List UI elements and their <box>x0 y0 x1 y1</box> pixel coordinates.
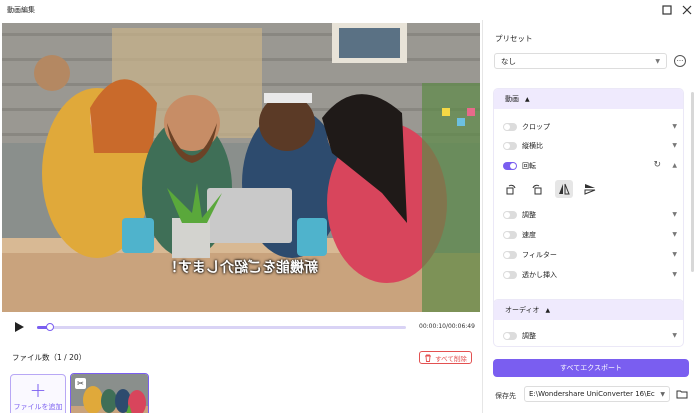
maximize-icon[interactable] <box>660 3 674 17</box>
audio-adjust-label: 調整 <box>522 332 536 340</box>
filter-toggle-row[interactable]: フィルター ▼ <box>503 249 677 261</box>
chevron-down-icon[interactable]: ▼ <box>672 142 677 149</box>
audio-section-title: オーディオ <box>505 306 540 314</box>
settings-pane: プリセット なし ▼ ··· 動画 ▲ クロップ ▼ 縦横比 ▼ 回転 ↻ ▲ <box>484 20 700 413</box>
rotate-left-button[interactable] <box>502 180 520 198</box>
chevron-down-icon[interactable]: ▼ <box>672 251 677 258</box>
plus-icon: + <box>29 378 47 402</box>
time-display: 00:00:10/00:06:49 <box>419 323 475 330</box>
playback-controls: 00:00:10/00:06:49 <box>0 317 483 337</box>
crop-toggle-row[interactable]: クロップ ▼ <box>503 121 677 133</box>
chevron-up-icon[interactable]: ▲ <box>672 162 677 169</box>
rotate-right-icon <box>532 184 542 195</box>
rotate-right-button[interactable] <box>528 180 546 198</box>
speed-toggle[interactable] <box>503 231 517 239</box>
more-options-icon[interactable]: ··· <box>674 55 686 67</box>
aspect-ratio-toggle-row[interactable]: 縦横比 ▼ <box>503 140 677 152</box>
adjust-toggle[interactable] <box>503 211 517 219</box>
flip-vertical-icon <box>584 184 596 195</box>
rotate-left-icon <box>506 184 516 195</box>
chevron-down-icon: ▼ <box>660 391 665 398</box>
chevron-down-icon[interactable]: ▼ <box>672 332 677 339</box>
chevron-down-icon[interactable]: ▼ <box>672 211 677 218</box>
progress-handle[interactable] <box>46 323 55 331</box>
preset-label: プリセット <box>495 34 533 43</box>
watermark-toggle[interactable] <box>503 271 517 279</box>
rotate-toggle[interactable] <box>503 162 517 170</box>
audio-adjust-toggle-row[interactable]: 調整 ▼ <box>503 330 677 342</box>
speed-toggle-row[interactable]: 速度 ▼ <box>503 229 677 241</box>
file-count: ファイル数（1 / 20） <box>12 353 87 362</box>
chevron-down-icon: ▼ <box>655 57 660 65</box>
add-file-button[interactable]: + ファイルを追加 <box>10 374 66 413</box>
file-thumbnail[interactable]: ✂ <box>70 373 149 413</box>
chevron-down-icon[interactable]: ▼ <box>672 123 677 130</box>
trash-icon <box>425 354 432 362</box>
aspect-ratio-toggle[interactable] <box>503 142 517 150</box>
delete-all-button[interactable]: すべて削除 <box>419 351 472 364</box>
progress-slider[interactable] <box>37 323 406 331</box>
export-all-button[interactable]: すべてエクスポート <box>493 359 689 377</box>
video-section-header[interactable]: 動画 ▲ <box>494 89 683 109</box>
folder-icon[interactable] <box>676 389 688 401</box>
rotate-toggle-row[interactable]: 回転 ↻ ▲ <box>503 160 677 172</box>
chevron-down-icon[interactable]: ▼ <box>672 231 677 238</box>
flip-vertical-button[interactable] <box>581 180 599 198</box>
flip-horizontal-button[interactable] <box>555 180 573 198</box>
watermark-label: 透かし挿入 <box>522 271 557 279</box>
watermark-toggle-row[interactable]: 透かし挿入 ▼ <box>503 269 677 281</box>
rotate-label: 回転 <box>522 162 536 170</box>
video-preview[interactable]: 新機能をご紹介します！ <box>2 23 480 312</box>
crop-toggle[interactable] <box>503 123 517 131</box>
flip-horizontal-icon <box>559 183 570 195</box>
video-editor-window: 動画編集 新機能をご紹介します！ 00:00:10/00:06:49 ファイル数… <box>0 0 700 413</box>
adjust-toggle-row[interactable]: 調整 ▼ <box>503 209 677 221</box>
play-icon[interactable] <box>13 321 25 333</box>
filter-label: フィルター <box>522 251 557 259</box>
window-title: 動画編集 <box>7 6 35 14</box>
filter-toggle[interactable] <box>503 251 517 259</box>
title-bar: 動画編集 <box>0 0 700 20</box>
save-location-label: 保存先 <box>495 392 516 400</box>
video-section-title: 動画 <box>505 95 519 103</box>
aspect-ratio-label: 縦横比 <box>522 142 543 150</box>
chevron-up-icon: ▲ <box>545 306 551 314</box>
chevron-up-icon: ▲ <box>525 95 530 103</box>
audio-section-header[interactable]: オーディオ ▲ <box>494 300 683 320</box>
settings-scrollbar[interactable] <box>691 92 694 272</box>
scissors-icon[interactable]: ✂ <box>75 378 86 389</box>
close-icon[interactable] <box>680 3 694 17</box>
audio-adjust-toggle[interactable] <box>503 332 517 340</box>
adjust-label: 調整 <box>522 211 536 219</box>
chevron-down-icon[interactable]: ▼ <box>672 271 677 278</box>
save-path-value: E:\Wondershare UniConverter 16\Ec <box>529 390 655 398</box>
crop-label: クロップ <box>522 123 550 131</box>
preset-select[interactable]: なし ▼ <box>494 53 667 69</box>
preset-value: なし <box>501 56 516 66</box>
save-path-select[interactable]: E:\Wondershare UniConverter 16\Ec ▼ <box>524 386 670 402</box>
editor-left-pane: 新機能をご紹介します！ 00:00:10/00:06:49 ファイル数（1 / … <box>0 20 483 413</box>
add-file-label: ファイルを追加 <box>13 403 63 411</box>
video-subtitle: 新機能をご紹介します！ <box>164 260 318 276</box>
delete-all-label: すべて削除 <box>435 354 467 363</box>
reset-icon[interactable]: ↻ <box>653 160 661 170</box>
speed-label: 速度 <box>522 231 536 239</box>
